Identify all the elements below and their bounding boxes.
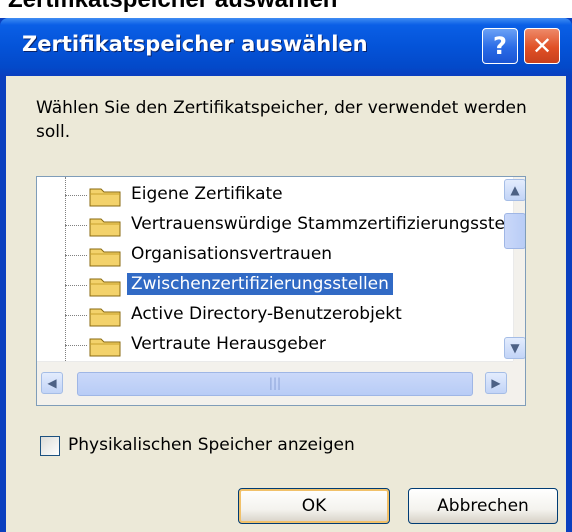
tree-branch [65,315,87,316]
background-heading: Zertifikatspeicher auswählen [8,0,337,14]
tree-item-eigene-zertifikate[interactable]: Eigene Zertifikate [89,181,509,209]
cancel-button[interactable]: Abbrechen [408,488,558,524]
folder-icon [89,338,121,357]
physical-store-checkbox[interactable] [40,436,60,456]
physical-store-label[interactable]: Physikalischen Speicher anzeigen [68,435,355,455]
scroll-down-button[interactable]: ▼ [504,337,525,359]
scrollbar-corner [513,361,525,405]
tree-item-organisationsvertrauen[interactable]: Organisationsvertrauen [89,241,509,269]
tree-branch [65,195,87,196]
tree-line [65,177,66,361]
tree-item-label: Vertrauenswürdige Stammzertifizierungsst… [131,214,513,234]
tree-item-label: Organisationsvertrauen [131,244,333,264]
tree-item-label: Eigene Zertifikate [131,184,283,204]
tree-branch [65,225,87,226]
vertical-scroll-thumb[interactable] [504,213,525,249]
store-tree[interactable]: Eigene Zertifikate Vertrauenswürdige Sta… [36,176,526,406]
tree-items: Eigene Zertifikate Vertrauenswürdige Sta… [37,177,513,361]
dialog-window: Zertifikatspeicher auswählen ? ✕ Wählen … [0,18,572,532]
scroll-right-button[interactable]: ▶ [485,372,507,394]
folder-icon [89,308,121,327]
tree-branch [65,285,87,286]
folder-icon [89,188,121,207]
scroll-left-button[interactable]: ◀ [41,372,63,394]
horizontal-scrollbar[interactable]: ◀ ||| ▶ [37,361,513,405]
tree-branch [65,255,87,256]
vertical-scrollbar[interactable]: ▲ ▼ [504,177,525,361]
title-bar[interactable]: Zertifikatspeicher auswählen ? ✕ [0,18,572,76]
prompt-text: Wählen Sie den Zertifikatspeicher, der v… [36,98,527,142]
tree-branch [65,345,87,346]
tree-item-active-directory-benutzerobjekt[interactable]: Active Directory-Benutzerobjekt [89,301,509,329]
folder-icon [89,248,121,267]
tree-item-label: Zwischenzertifizierungsstellen [127,273,393,295]
close-button[interactable]: ✕ [524,28,560,64]
tree-item-zwischenzertifizierungsstellen[interactable]: Zwischenzertifizierungsstellen [89,271,509,299]
folder-icon [89,218,121,237]
tree-item-label: Active Directory-Benutzerobjekt [131,304,402,324]
ok-button[interactable]: OK [238,488,390,524]
scroll-up-button[interactable]: ▲ [504,179,525,201]
dialog-title: Zertifikatspeicher auswählen [22,32,368,56]
dialog-body: Wählen Sie den Zertifikatspeicher, der v… [6,76,566,532]
tree-item-vertraute-herausgeber[interactable]: Vertraute Herausgeber [89,331,509,359]
horizontal-scroll-thumb[interactable]: ||| [77,372,473,396]
help-button[interactable]: ? [482,28,518,64]
tree-item-vertrauenswuerdige-stammzertifizierungsstellen[interactable]: Vertrauenswürdige Stammzertifizierungsst… [89,211,513,239]
tree-item-label: Vertraute Herausgeber [131,334,326,354]
folder-icon [89,278,121,297]
